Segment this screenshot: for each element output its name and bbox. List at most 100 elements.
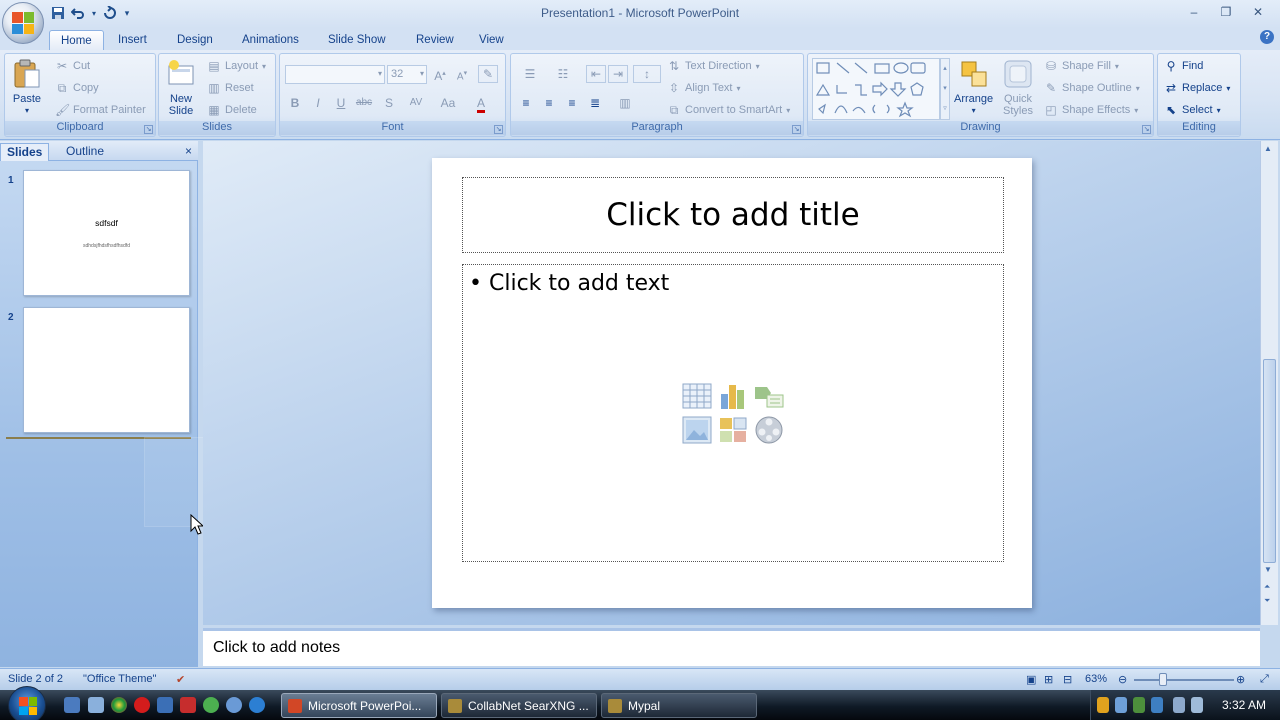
tab-slide-show[interactable]: Slide Show	[317, 30, 397, 50]
arrange-button[interactable]: Arrange ▾	[954, 58, 993, 117]
text-shadow-button[interactable]: S	[379, 94, 399, 112]
format-painter-button[interactable]: 🖌 Format Painter	[55, 100, 146, 120]
shapes-gallery-scroll[interactable]: ▴ ▾ ▿	[940, 58, 950, 120]
fit-to-window-icon[interactable]: ⤢	[1260, 673, 1269, 686]
cut-button[interactable]: ✂ Cut	[55, 56, 90, 76]
numbering-icon[interactable]: ☷	[549, 65, 577, 83]
content-placeholder[interactable]: • Click to add text	[462, 264, 1004, 562]
line-spacing-icon[interactable]: ↕	[633, 65, 661, 83]
taskbar-item-mypal[interactable]: Mypal	[601, 693, 757, 718]
insert-smartart-icon[interactable]	[751, 379, 787, 413]
slide-sorter-view-icon[interactable]: ⊞	[1044, 673, 1053, 686]
clear-formatting-icon[interactable]: ✎	[478, 65, 498, 83]
font-launcher-icon[interactable]: ↘	[494, 125, 503, 134]
font-size-combo[interactable]: 32 ▾	[387, 65, 427, 84]
italic-button[interactable]: I	[308, 94, 328, 112]
clock[interactable]: 3:32 AM	[1222, 698, 1266, 712]
zoom-out-icon[interactable]: ⊖	[1118, 673, 1127, 686]
start-button[interactable]	[8, 686, 46, 720]
delete-button[interactable]: ▦ Delete	[207, 100, 256, 120]
increase-indent-icon[interactable]: ⇥	[608, 65, 628, 83]
paste-button[interactable]: Paste ▾	[11, 58, 43, 117]
font-name-combo[interactable]: ▾	[285, 65, 385, 84]
text-direction-button[interactable]: ⇅ Text Direction ▾	[667, 56, 760, 76]
tab-home[interactable]: Home	[49, 30, 104, 50]
insert-chart-icon[interactable]	[715, 379, 751, 413]
zoom-in-icon[interactable]: ⊕	[1236, 673, 1245, 686]
zoom-slider[interactable]	[1134, 679, 1234, 681]
tab-outline[interactable]: Outline	[60, 143, 110, 161]
pdf-icon[interactable]	[180, 697, 196, 713]
close-pane-icon[interactable]: ×	[185, 144, 192, 158]
network-icon[interactable]	[1115, 697, 1127, 713]
security-shield-icon[interactable]	[1097, 697, 1109, 713]
copy-button[interactable]: ⧉ Copy	[55, 78, 99, 98]
notes-pane[interactable]: Click to add notes	[203, 628, 1260, 666]
normal-view-icon[interactable]: ▣	[1026, 673, 1036, 686]
vertical-scrollbar[interactable]: ▲ ▼ ⏶ ⏷	[1260, 141, 1278, 625]
font-color-icon[interactable]: A	[468, 94, 494, 113]
quick-styles-button[interactable]: Quick Styles	[1002, 58, 1034, 117]
theme-name[interactable]: "Office Theme"	[83, 673, 156, 685]
character-spacing-button[interactable]: AV	[402, 94, 430, 112]
volume-icon[interactable]	[1191, 697, 1203, 713]
office-button[interactable]	[2, 2, 44, 44]
strikethrough-button[interactable]: abc	[354, 94, 374, 112]
internet-explorer-icon[interactable]	[249, 697, 265, 713]
shrink-font-icon[interactable]: A▾	[452, 65, 472, 83]
bold-button[interactable]: B	[285, 94, 305, 112]
chrome-icon[interactable]	[111, 697, 127, 713]
shape-outline-button[interactable]: ✎ Shape Outline ▾	[1044, 78, 1140, 98]
switch-windows-icon[interactable]	[88, 697, 104, 713]
restore-button[interactable]: ❐	[1210, 2, 1242, 22]
display-icon[interactable]	[1173, 697, 1185, 713]
scroll-up-icon[interactable]: ▲	[1264, 144, 1272, 153]
align-right-icon[interactable]: ≡	[562, 94, 582, 112]
justify-icon[interactable]: ≣	[585, 94, 605, 112]
shape-effects-button[interactable]: ◰ Shape Effects ▾	[1044, 100, 1138, 120]
columns-icon[interactable]: ▥	[611, 94, 639, 112]
slide-thumbnail-1[interactable]: sdfsdf sdhdsjfhdsfhsdfhsdfd	[23, 170, 190, 296]
change-case-button[interactable]: Aa	[434, 94, 462, 112]
tab-review[interactable]: Review	[405, 30, 465, 50]
tab-insert[interactable]: Insert	[107, 30, 158, 50]
tab-animations[interactable]: Animations	[231, 30, 310, 50]
insert-media-clip-icon[interactable]	[751, 413, 787, 447]
shapes-gallery[interactable]	[812, 58, 940, 120]
taskbar-item-collabnet[interactable]: CollabNet SearXNG ...	[441, 693, 597, 718]
taskbar-item-powerpoint[interactable]: Microsoft PowerPoi...	[281, 693, 437, 718]
underline-button[interactable]: U	[331, 94, 351, 112]
updates-icon[interactable]	[1151, 697, 1163, 713]
reset-button[interactable]: ▥ Reset	[207, 78, 253, 98]
select-button[interactable]: ⬉ Select ▾	[1164, 100, 1221, 120]
slide-thumbnail-2[interactable]	[23, 307, 190, 433]
shape-fill-button[interactable]: ⛁ Shape Fill ▾	[1044, 56, 1119, 76]
help-icon[interactable]: ?	[1260, 30, 1274, 44]
show-desktop-icon[interactable]	[64, 697, 80, 713]
scroll-down-icon[interactable]: ▼	[1264, 565, 1272, 574]
grow-font-icon[interactable]: A▴	[430, 65, 450, 83]
decrease-indent-icon[interactable]: ⇤	[586, 65, 606, 83]
new-slide-button[interactable]: New Slide	[165, 58, 197, 117]
next-slide-icon[interactable]: ⏷	[1264, 596, 1270, 606]
zoom-level[interactable]: 63%	[1085, 673, 1107, 685]
paragraph-launcher-icon[interactable]: ↘	[792, 125, 801, 134]
zoom-slider-knob[interactable]	[1159, 673, 1167, 686]
globe-icon[interactable]	[226, 697, 242, 713]
minimize-button[interactable]: ‒	[1178, 2, 1210, 22]
slide-show-view-icon[interactable]: ⊟	[1063, 673, 1072, 686]
insert-picture-icon[interactable]	[679, 413, 715, 447]
align-left-icon[interactable]: ≡	[516, 94, 536, 112]
tray-app-icon[interactable]	[1133, 697, 1145, 713]
find-button[interactable]: ⚲ Find	[1164, 56, 1204, 76]
previous-slide-icon[interactable]: ⏶	[1264, 582, 1270, 592]
layout-button[interactable]: ▤ Layout ▾	[207, 56, 266, 76]
green-app-icon[interactable]	[203, 697, 219, 713]
clipboard-launcher-icon[interactable]: ↘	[144, 125, 153, 134]
title-placeholder[interactable]: Click to add title	[462, 177, 1004, 253]
tab-slides[interactable]: Slides	[0, 143, 50, 161]
insert-clip-art-icon[interactable]	[715, 413, 751, 447]
drawing-launcher-icon[interactable]: ↘	[1142, 125, 1151, 134]
align-text-button[interactable]: ⇳ Align Text ▾	[667, 78, 741, 98]
tab-design[interactable]: Design	[166, 30, 224, 50]
